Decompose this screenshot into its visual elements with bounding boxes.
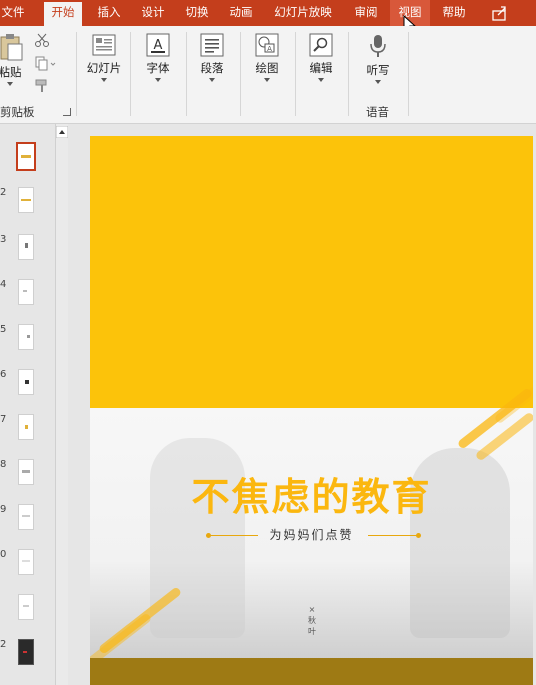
slide-thumbnail[interactable] <box>18 234 34 260</box>
font-button[interactable]: A 字体 <box>138 32 178 82</box>
slide-author-credit[interactable]: × 秋 叶 <box>306 604 318 637</box>
svg-text:A: A <box>267 45 272 53</box>
chevron-down-icon <box>209 78 215 82</box>
share-icon[interactable] <box>489 3 511 23</box>
clipboard-group-label: 剪贴板 <box>0 105 35 119</box>
slide-thumbnail[interactable] <box>18 187 34 213</box>
slide-yellow-banner <box>90 136 533 408</box>
paragraph-button[interactable]: 段落 <box>192 32 232 82</box>
slide-subtitle-row: 为妈妈们点赞 <box>90 526 533 546</box>
microphone-icon <box>370 35 386 57</box>
slide-thumbnail[interactable] <box>18 414 34 440</box>
ribbon: 粘贴 剪贴板 幻灯片 A 字体 段落 A 绘图 编辑 听写 语音 <box>0 26 536 124</box>
slide-thumbnail[interactable] <box>18 459 34 485</box>
slide-thumbnail[interactable] <box>18 549 34 575</box>
format-painter-icon[interactable] <box>34 78 50 94</box>
chevron-down-icon <box>7 82 13 86</box>
scroll-up-icon[interactable] <box>56 126 68 138</box>
slide-thumbnail[interactable] <box>16 142 36 171</box>
shapes-icon: A <box>255 33 279 57</box>
tab-help[interactable]: 帮助 <box>434 0 474 26</box>
tab-insert[interactable]: 插入 <box>89 0 129 26</box>
tab-slideshow[interactable]: 幻灯片放映 <box>266 0 340 26</box>
ribbon-tab-bar: 文件 开始 插入 设计 切换 动画 幻灯片放映 审阅 视图 帮助 <box>0 0 536 26</box>
dictate-button[interactable]: 听写 <box>358 32 398 84</box>
slide-thumbnail[interactable] <box>18 279 34 305</box>
thumbnail-scrollbar[interactable] <box>55 124 68 685</box>
paragraph-icon <box>200 33 224 57</box>
slide-thumbnail[interactable] <box>18 504 34 530</box>
chevron-down-icon <box>264 78 270 82</box>
cut-icon[interactable] <box>34 32 50 48</box>
tab-design[interactable]: 设计 <box>133 0 173 26</box>
chevron-down-icon <box>318 78 324 82</box>
slide-canvas[interactable]: 不焦虑的教育 为妈妈们点赞 × 秋 叶 <box>90 136 533 685</box>
paste-icon <box>0 34 23 61</box>
tab-review[interactable]: 审阅 <box>346 0 386 26</box>
slide-thumbnail[interactable] <box>18 639 34 665</box>
font-icon: A <box>146 33 170 57</box>
slide-subtitle[interactable]: 为妈妈们点赞 <box>90 526 533 543</box>
voice-group-label: 语音 <box>366 105 389 119</box>
chevron-down-icon <box>155 78 161 82</box>
paste-button[interactable]: 粘贴 <box>0 32 30 86</box>
svg-text:A: A <box>154 38 163 53</box>
slide-background-photo <box>90 408 533 685</box>
slide-thumbnail[interactable] <box>18 324 34 350</box>
clipboard-dialog-launcher[interactable] <box>63 108 71 116</box>
tab-transitions[interactable]: 切换 <box>177 0 217 26</box>
tab-file[interactable]: 文件 <box>0 0 30 26</box>
chevron-down-icon <box>375 80 381 84</box>
slide-bottom-band <box>90 658 533 685</box>
slide-title[interactable]: 不焦虑的教育 <box>90 466 533 521</box>
tab-home[interactable]: 开始 <box>44 0 82 26</box>
editing-button[interactable]: 编辑 <box>301 32 341 82</box>
chevron-down-icon <box>101 78 107 82</box>
slide-layout-icon <box>92 34 116 56</box>
slides-button[interactable]: 幻灯片 <box>82 32 126 82</box>
copy-icon[interactable] <box>34 56 56 72</box>
slide-thumbnail[interactable] <box>18 594 34 620</box>
drawing-button[interactable]: A 绘图 <box>247 32 287 82</box>
tab-animations[interactable]: 动画 <box>221 0 261 26</box>
slide-thumbnail[interactable] <box>18 369 34 395</box>
search-icon <box>309 33 333 57</box>
